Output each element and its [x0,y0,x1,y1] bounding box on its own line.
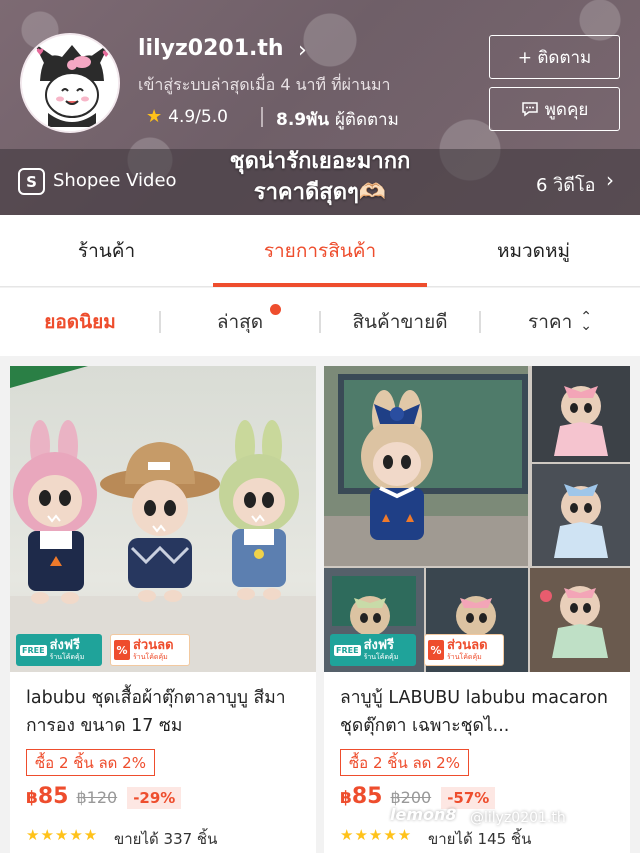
free-shipping-badge: FREE ส่งฟรี ร้านโค้ดคุ้ม [330,634,416,666]
discount-sub: ร้านโค้ดคุ้ม [447,652,482,661]
follow-button[interactable]: + ติดตาม [489,35,620,79]
divider [319,311,321,333]
currency-symbol: ฿ [340,788,352,808]
product-title[interactable]: labubu ชุดเสื้อผ้าตุ๊กตาลาบูบู สีมาการอง… [26,684,304,740]
follower-label: ผู้ติดตาม [334,110,399,130]
shopee-video-icon: S [18,168,45,195]
discount-icon: % [428,640,444,660]
product-image[interactable]: FREE ส่งฟรี ร้านโค้ดคุ้ม % ส่วนลด ร้านโค้ด… [324,366,630,672]
free-shipping-icon: FREE [334,644,361,656]
discount-badge: % ส่วนลด ร้านโค้ดคุ้ม [110,634,190,666]
free-shipping-title: ส่งฟรี [363,637,395,653]
shopee-video-label: Shopee Video [53,170,177,191]
tab-categories[interactable]: หมวดหมู่ [427,215,640,287]
rating-value: 4.9/5.0 [168,106,228,127]
product-card[interactable]: FREE ส่งฟรี ร้านโค้ดคุ้ม % ส่วนลด ร้านโค้ด… [324,366,630,853]
free-shipping-sub: ร้านโค้ดคุ้ม [363,652,399,661]
tab-shop[interactable]: ร้านค้า [0,215,213,287]
free-shipping-title: ส่งฟรี [49,637,81,653]
sold-count: ขายได้ 337 ชิ้น [114,830,218,848]
sort-price-label: ราคา [528,311,573,333]
product-title[interactable]: ลาบูบู้ LABUBU labubu macaron ชุดตุ๊กตา … [340,684,618,740]
original-price: ฿120 [76,788,118,807]
chevron-right-icon[interactable]: › [298,38,307,63]
video-count[interactable]: 6 วิดีโอ [536,170,595,199]
product-price: ฿ 85 ฿120 -29% [26,784,182,809]
image-corner-ribbon [10,366,88,388]
video-caption-line1: ชุดน่ารักเยอะมากก [229,149,411,174]
discount-badge: % ส่วนลด ร้านโค้ดคุ้ม [424,634,504,666]
divider [479,311,481,333]
currency-symbol: ฿ [26,788,38,808]
price-value: 85 [351,784,383,809]
discount-sub: ร้านโค้ดคุ้ม [133,652,168,661]
follower-count: 8.9พัน ผู้ติดตาม [276,106,399,133]
kuromi-avatar-icon: ♥ ♥ [22,35,118,131]
shop-rating: ★ 4.9/5.0 [146,106,228,127]
discount-title: ส่วนลด [133,637,174,653]
star-icon: ★ [146,106,163,127]
sort-arrows-icon: ⌃ ⌄ [580,309,592,334]
free-shipping-sub: ร้านโค้ดคุ้ม [49,652,85,661]
video-caption-line2: ราคาดีสุดๆ🫶🏻 [253,180,387,205]
price-value: 85 [37,784,69,809]
free-shipping-badge: FREE ส่งฟรี ร้านโค้ดคุ้ม [16,634,102,666]
divider [159,311,161,333]
divider [261,107,263,127]
svg-text:♥: ♥ [102,50,110,60]
new-indicator-dot [270,304,281,315]
chat-bubble-icon [521,102,538,117]
follower-number: 8.9พัน [276,110,329,130]
labubu-dolls-illustration [10,420,316,672]
active-tab-underline [213,283,427,287]
product-card[interactable]: FREE ส่งฟรี ร้านโค้ดคุ้ม % ส่วนลด ร้านโค้ด… [10,366,316,853]
lemon8-watermark: lemon8 [390,805,457,824]
tab-products[interactable]: รายการสินค้า [213,215,427,287]
sort-popular[interactable]: ยอดนิยม [0,288,160,356]
star-rating-icon: ★★★★★ [26,826,99,844]
sold-count: ขายได้ 145 ชิ้น [428,830,532,848]
bundle-promo-tag: ซื้อ 2 ชิ้น ลด 2% [26,749,155,776]
labubu-collage-illustration [324,366,630,672]
shop-name[interactable]: lilyz0201.th [138,36,284,61]
discount-icon: % [114,640,130,660]
bundle-promo-tag: ซื้อ 2 ชิ้น ลด 2% [340,749,469,776]
free-shipping-icon: FREE [20,644,47,656]
discount-percent: -29% [127,787,182,809]
star-rating-icon: ★★★★★ [340,826,413,844]
video-caption: ชุดน่ารักเยอะมากก ราคาดีสุดๆ🫶🏻 [190,146,450,208]
discount-title: ส่วนลด [447,637,488,653]
chevron-right-icon[interactable]: › [606,168,614,192]
sort-latest[interactable]: ล่าสุด [160,288,320,356]
watermark-handle: @lilyz0201.th [470,810,566,826]
shop-tabs: ร้านค้า รายการสินค้า หมวดหมู่ [0,215,640,287]
last-active-status: เข้าสู่ระบบล่าสุดเมื่อ 4 นาที ที่ผ่านมา [138,75,391,94]
sort-best-selling[interactable]: สินค้าขายดี [320,288,480,356]
chat-button-label: พูดคุย [544,99,589,120]
chat-button[interactable]: พูดคุย [489,87,620,131]
product-image[interactable]: FREE ส่งฟรี ร้านโค้ดคุ้ม % ส่วนลด ร้านโค้ด… [10,366,316,672]
sort-price[interactable]: ราคา ⌃ ⌄ [480,288,640,356]
promo-badges: FREE ส่งฟรี ร้านโค้ดคุ้ม % ส่วนลด ร้านโค้ด… [330,634,504,666]
shop-avatar[interactable]: ♥ ♥ [20,33,120,133]
promo-badges: FREE ส่งฟรี ร้านโค้ดคุ้ม % ส่วนลด ร้านโค้ด… [16,634,190,666]
svg-text:♥: ♥ [36,48,44,58]
